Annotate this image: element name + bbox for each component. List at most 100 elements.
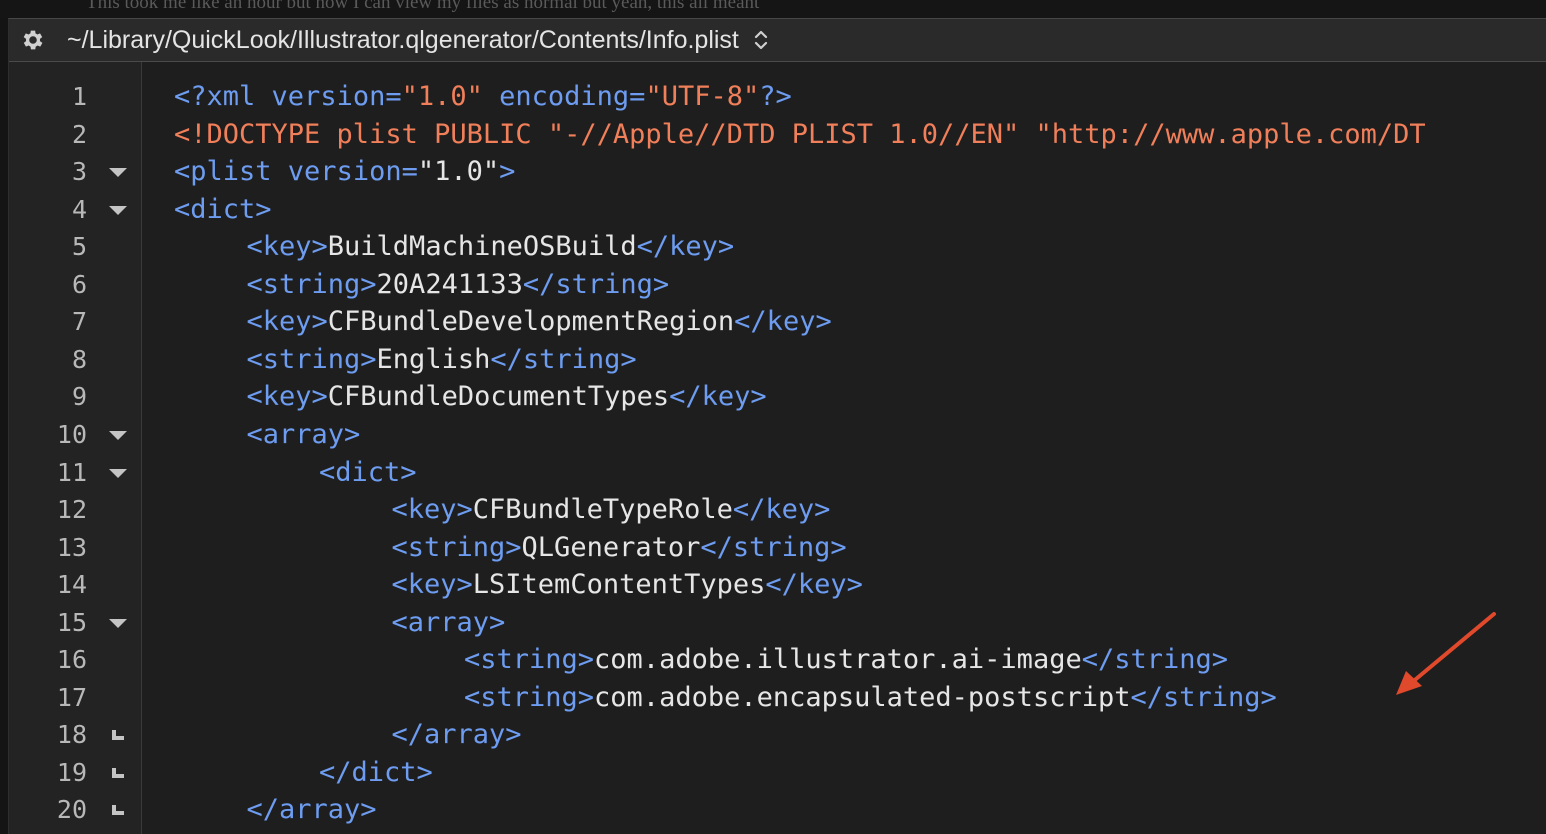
xml-tag: </key> — [765, 569, 863, 601]
gear-icon[interactable] — [19, 26, 47, 54]
code-line[interactable]: <string>20A241133</string> — [246, 268, 670, 300]
line-number: 2 — [71, 119, 87, 149]
xml-tag: <?xml — [174, 81, 272, 112]
xml-tag: <array> — [391, 606, 506, 638]
xml-tag: </string> — [1081, 644, 1229, 676]
code-line[interactable]: <?xml version="1.0" encoding="UTF-8"?> — [174, 82, 792, 112]
xml-tag: </key> — [636, 231, 735, 263]
xml-tag: encoding= — [482, 81, 646, 112]
code-text: English — [376, 343, 491, 375]
xml-tag: </string> — [700, 531, 847, 563]
xml-tag: </array> — [246, 794, 377, 826]
code-text: com.adobe.encapsulated-postscript — [594, 681, 1131, 713]
line-number: 7 — [71, 307, 87, 337]
up-down-chevron-icon[interactable] — [753, 29, 769, 51]
code-line[interactable]: <array> — [391, 606, 506, 638]
xml-tag: <array> — [246, 418, 361, 450]
xml-tag: <string> — [464, 644, 595, 676]
line-number: 15 — [56, 607, 87, 637]
code-text: QLGenerator — [521, 531, 701, 563]
code-line[interactable]: </dict> — [319, 756, 433, 788]
line-number: 3 — [71, 157, 87, 187]
line-number: 11 — [56, 457, 87, 487]
fold-triangle-icon[interactable] — [107, 199, 129, 221]
xml-tag: <string> — [246, 268, 377, 300]
string-literal: "UTF-8" — [645, 81, 760, 112]
string-literal: "1.0" — [401, 81, 483, 112]
code-line[interactable]: <key>BuildMachineOSBuild</key> — [247, 232, 735, 262]
fold-end-icon — [107, 762, 129, 784]
xml-tag: <string> — [391, 531, 522, 563]
code-line[interactable]: <string>com.adobe.illustrator.ai-image</… — [464, 645, 1228, 675]
line-number: 5 — [71, 232, 87, 262]
fold-triangle-icon[interactable] — [107, 424, 129, 446]
xml-tag: <string> — [464, 681, 595, 713]
line-number: 12 — [56, 495, 87, 525]
editor-window: ~/Library/QuickLook/Illustrator.qlgenera… — [8, 18, 1546, 834]
background-caption: This took me like an hour but now I can … — [86, 0, 760, 13]
xml-tag: > — [499, 156, 516, 188]
line-number: 1 — [71, 82, 87, 111]
code-line[interactable]: <key>CFBundleDocumentTypes</key> — [247, 382, 767, 412]
code-line[interactable]: <dict> — [319, 456, 417, 488]
line-number-gutter: 1 2 3 4 5 6 7 8 9 10 11 12 13 14 15 16 17 18 19 20 — [9, 62, 142, 834]
line-number: 8 — [71, 344, 87, 374]
code-text: BuildMachineOSBuild — [327, 231, 637, 263]
fold-end-icon — [107, 724, 129, 746]
code-text: LSItemContentTypes — [472, 569, 766, 601]
xml-tag: </string> — [1130, 681, 1277, 713]
code-text: "1.0" — [417, 156, 500, 188]
xml-tag: <key> — [391, 569, 473, 601]
line-number: 16 — [56, 645, 87, 675]
background-page-strip: This took me like an hour but now I can … — [0, 0, 1546, 18]
file-path[interactable]: ~/Library/QuickLook/Illustrator.qlgenera… — [67, 26, 739, 55]
fold-triangle-icon[interactable] — [107, 161, 129, 183]
code-text: CFBundleDevelopmentRegion — [327, 306, 735, 338]
code-text: CFBundleDocumentTypes — [327, 381, 670, 413]
xml-tag: </string> — [490, 343, 637, 375]
xml-tag: <key> — [246, 231, 328, 263]
code-line[interactable]: </array> — [247, 795, 377, 825]
code-text: 20A241133 — [376, 268, 523, 300]
code-line[interactable]: <plist version="1.0"> — [174, 157, 515, 187]
xml-tag: </string> — [522, 268, 670, 300]
code-line[interactable]: <string>QLGenerator</string> — [391, 531, 847, 563]
line-number: 20 — [56, 795, 87, 825]
xml-tag: version= — [271, 81, 402, 112]
code-line[interactable]: <dict> — [174, 194, 272, 225]
line-number: 14 — [56, 570, 87, 600]
xml-tag: </key> — [669, 381, 767, 413]
xml-tag: </key> — [732, 494, 831, 526]
xml-tag: ?> — [759, 81, 792, 112]
code-line[interactable]: <!DOCTYPE plist PUBLIC "-//Apple//DTD PL… — [174, 118, 1426, 150]
xml-tag: </key> — [734, 306, 832, 338]
fold-triangle-icon[interactable] — [107, 612, 129, 634]
xml-tag: version= — [287, 156, 418, 188]
code-line[interactable]: <key>LSItemContentTypes</key> — [392, 570, 863, 600]
line-number: 10 — [56, 419, 87, 449]
code-line[interactable]: <key>CFBundleDevelopmentRegion</key> — [247, 307, 832, 337]
xml-tag: <dict> — [319, 456, 417, 488]
code-editor[interactable]: <?xml version="1.0" encoding="UTF-8"?> <!… — [142, 62, 1546, 834]
xml-tag: <plist — [174, 156, 288, 188]
code-line[interactable]: <array> — [246, 418, 361, 450]
line-number: 13 — [56, 532, 87, 562]
code-text: CFBundleTypeRole — [472, 494, 733, 526]
annotation-arrow-icon — [1396, 612, 1496, 695]
code-line[interactable]: <string>com.adobe.encapsulated-postscrip… — [464, 681, 1277, 713]
xml-tag: <key> — [391, 494, 473, 526]
code-line[interactable]: <key>CFBundleTypeRole</key> — [392, 495, 831, 525]
xml-tag: </dict> — [319, 756, 433, 788]
line-number: 4 — [71, 194, 87, 224]
path-bar: ~/Library/QuickLook/Illustrator.qlgenera… — [9, 19, 1546, 62]
code-line[interactable]: </array> — [392, 720, 522, 750]
line-number: 19 — [56, 757, 87, 787]
fold-triangle-icon[interactable] — [107, 462, 129, 484]
code-line[interactable]: <string>English</string> — [247, 343, 637, 375]
line-number: 17 — [56, 682, 87, 712]
string-literal: <!DOCTYPE plist PUBLIC "-//Apple//DTD PL… — [174, 118, 1426, 150]
xml-tag: <key> — [246, 381, 328, 413]
line-number: 9 — [71, 382, 87, 412]
xml-tag: <key> — [246, 306, 328, 338]
fold-end-icon — [107, 799, 129, 821]
